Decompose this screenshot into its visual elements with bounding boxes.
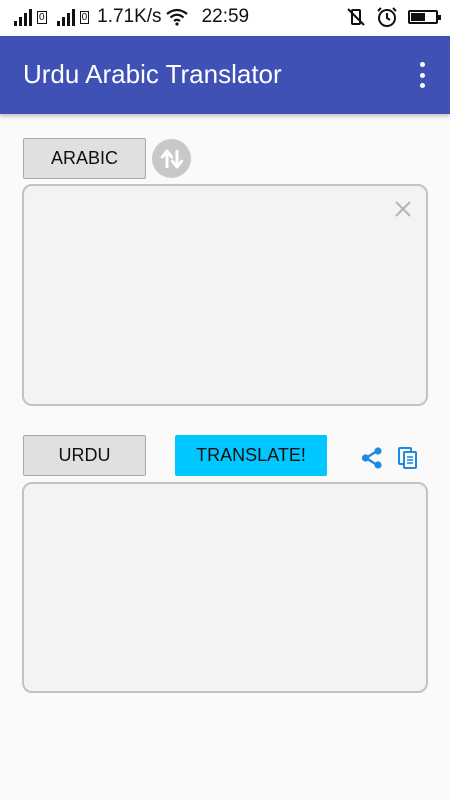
- status-bar: 0 0 1.71K/s 22:59: [0, 0, 450, 36]
- source-text-input[interactable]: [22, 184, 428, 406]
- source-language-button[interactable]: ARABIC: [23, 138, 146, 179]
- app-bar: Urdu Arabic Translator: [0, 36, 450, 114]
- clock: 22:59: [201, 6, 250, 27]
- vibrate-off-icon: [347, 8, 365, 26]
- app-title: Urdu Arabic Translator: [23, 59, 282, 89]
- alarm-icon: [377, 7, 397, 27]
- status-right: [346, 6, 441, 28]
- status-left: 0 0 1.71K/s 22:59: [14, 6, 249, 28]
- translate-button[interactable]: TRANSLATE!: [175, 435, 327, 476]
- signal-icon: [14, 8, 32, 26]
- more-vert-icon[interactable]: [418, 62, 426, 88]
- result-text-output[interactable]: [22, 482, 428, 693]
- share-icon[interactable]: [360, 446, 384, 470]
- network-speed: 1.71K/s: [97, 6, 162, 27]
- signal-icon-2: [56, 8, 75, 26]
- battery-icon: [408, 10, 441, 24]
- swap-languages-button[interactable]: [152, 139, 191, 178]
- wifi-icon: [165, 8, 188, 26]
- close-icon[interactable]: [394, 200, 412, 218]
- target-language-button[interactable]: URDU: [23, 435, 146, 476]
- copy-icon[interactable]: [397, 446, 419, 470]
- swap-vertical-icon: [159, 149, 184, 168]
- sim2-badge: 0: [79, 10, 90, 24]
- sim1-badge: 0: [37, 10, 47, 24]
